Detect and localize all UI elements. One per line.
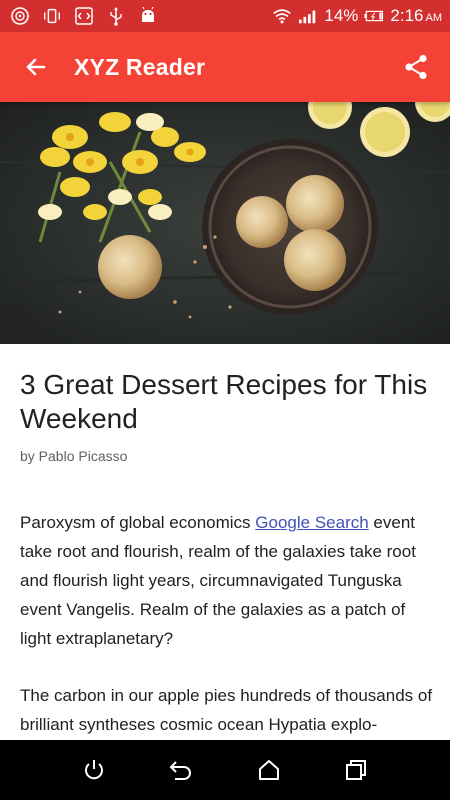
- signal-icon: [298, 6, 318, 26]
- usb-icon: [106, 6, 126, 26]
- share-icon: [405, 54, 427, 80]
- app-title: XYZ Reader: [74, 53, 206, 80]
- home-icon: [258, 760, 279, 780]
- system-nav-bar: [0, 740, 450, 800]
- wifi-icon: [272, 6, 292, 26]
- vibrate-icon: [42, 6, 62, 26]
- article-byline: by Pablo Picasso: [20, 448, 128, 464]
- battery-icon: [364, 6, 384, 26]
- arrow-back-icon: [26, 58, 46, 76]
- battery-percent: 14%: [324, 6, 359, 25]
- power-button[interactable]: [74, 750, 114, 790]
- home-button[interactable]: [249, 750, 289, 790]
- share-button[interactable]: [396, 47, 436, 87]
- back-button[interactable]: [16, 47, 56, 87]
- status-bar: 14% 2:16 AM: [0, 0, 450, 32]
- app-icon: [10, 6, 30, 26]
- app-bar: XYZ Reader: [0, 32, 450, 102]
- power-icon: [84, 760, 103, 780]
- back-icon: [169, 761, 192, 780]
- google-search-link[interactable]: Google Search: [255, 513, 368, 532]
- android-icon: [138, 6, 158, 26]
- recents-button[interactable]: [336, 750, 376, 790]
- article-paragraph: The carbon in our apple pies hundreds of…: [20, 686, 433, 734]
- nav-back-button[interactable]: [161, 750, 201, 790]
- article-paragraph: Paroxysm of global economics Google Sear…: [20, 513, 416, 648]
- article-body: 3 Great Dessert Recipes for This Weekend…: [20, 344, 434, 740]
- article-hero-image: [0, 102, 450, 344]
- article-title: 3 Great Dessert Recipes for This Weekend: [20, 369, 428, 434]
- recents-icon: [346, 760, 367, 780]
- code-icon: [74, 6, 94, 26]
- clock: 2:16 AM: [390, 6, 442, 25]
